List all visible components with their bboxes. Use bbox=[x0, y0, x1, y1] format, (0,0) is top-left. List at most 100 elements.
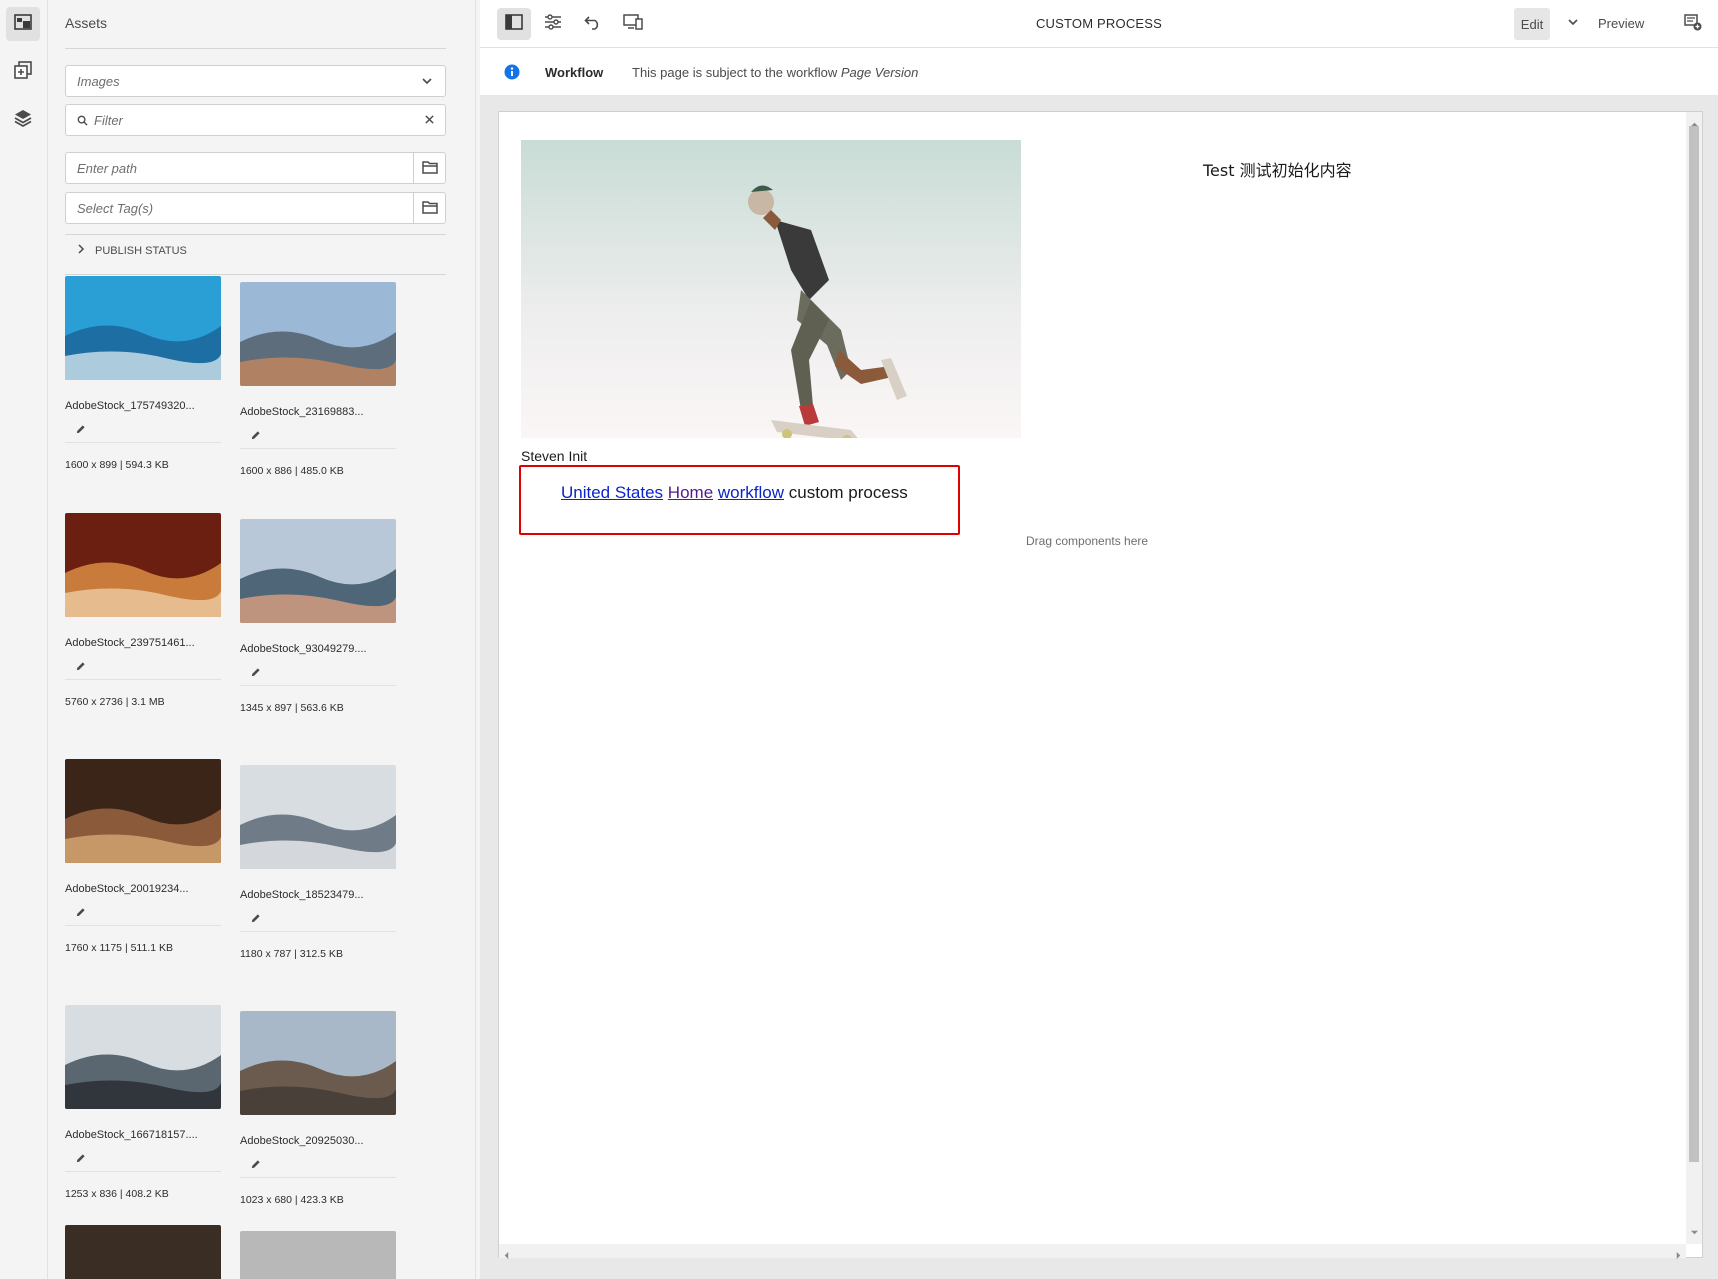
search-icon bbox=[77, 115, 88, 126]
folder-icon bbox=[421, 160, 438, 177]
divider bbox=[65, 274, 446, 275]
clear-icon[interactable] bbox=[424, 113, 435, 128]
folder-icon bbox=[421, 200, 438, 217]
asset-card[interactable]: AdobeStock_93049279.... 1345 x 897 | 563.… bbox=[240, 519, 396, 714]
edit-asset-button[interactable] bbox=[65, 422, 221, 438]
drop-zone[interactable]: Drag components here bbox=[1026, 534, 1148, 548]
edit-mode-button[interactable]: Edit bbox=[1514, 8, 1550, 40]
scroll-left-icon[interactable] bbox=[503, 1247, 510, 1265]
content-tree-rail-button[interactable] bbox=[6, 103, 40, 137]
divider bbox=[65, 234, 446, 235]
side-rail bbox=[0, 0, 48, 1279]
scroll-right-icon[interactable] bbox=[1675, 1247, 1682, 1265]
asset-name: AdobeStock_175749320... bbox=[65, 400, 195, 412]
components-rail-button[interactable] bbox=[6, 55, 40, 89]
asset-thumbnail[interactable] bbox=[240, 765, 396, 869]
breadcrumb-link-united-states[interactable]: United States bbox=[561, 483, 663, 502]
asset-name: AdobeStock_166718157.... bbox=[65, 1129, 198, 1141]
publish-page-button[interactable] bbox=[1676, 8, 1710, 40]
asset-name: AdobeStock_18523479... bbox=[240, 889, 364, 901]
chevron-down-icon bbox=[421, 75, 433, 90]
info-icon bbox=[504, 64, 520, 85]
pencil-icon bbox=[75, 422, 86, 440]
asset-thumbnail[interactable] bbox=[65, 1225, 221, 1279]
text-component[interactable]: Test 测试初始化内容 bbox=[1203, 157, 1352, 181]
assets-icon bbox=[13, 12, 33, 37]
layers-icon bbox=[13, 108, 33, 133]
path-placeholder: Enter path bbox=[77, 160, 137, 176]
edit-asset-button[interactable] bbox=[65, 905, 221, 921]
asset-thumbnail[interactable] bbox=[65, 1005, 221, 1109]
asset-card[interactable]: AdobeStock_23169883... 1600 x 886 | 485.0… bbox=[240, 282, 396, 477]
pencil-icon bbox=[250, 665, 261, 683]
breadcrumb-link-workflow[interactable]: workflow bbox=[718, 483, 784, 502]
edit-asset-button[interactable] bbox=[240, 428, 396, 444]
asset-meta: 1600 x 899 | 594.3 KB bbox=[65, 459, 169, 471]
path-input[interactable]: Enter path bbox=[65, 152, 446, 184]
filter-placeholder: Filter bbox=[94, 112, 123, 128]
breadcrumb-link-home[interactable]: Home bbox=[668, 483, 713, 502]
page-publish-icon bbox=[1684, 13, 1702, 36]
asset-name: AdobeStock_20019234... bbox=[65, 883, 189, 895]
breadcrumb: United States Home workflow custom proce… bbox=[561, 483, 908, 503]
asset-name: AdobeStock_239751461... bbox=[65, 637, 195, 649]
asset-thumbnail[interactable] bbox=[65, 513, 221, 617]
pencil-icon bbox=[75, 1151, 86, 1169]
breadcrumb-component[interactable]: United States Home workflow custom proce… bbox=[519, 465, 960, 535]
workflow-name: Page Version bbox=[840, 65, 919, 80]
tags-placeholder: Select Tag(s) bbox=[77, 200, 154, 216]
assets-panel: Assets Images Filter Enter path Select T… bbox=[48, 0, 526, 1279]
asset-name: AdobeStock_23169883... bbox=[240, 406, 364, 418]
browse-tags-button[interactable] bbox=[413, 193, 445, 223]
author-name[interactable]: Steven Init bbox=[521, 448, 587, 464]
publish-status-toggle[interactable]: PUBLISH STATUS bbox=[65, 244, 187, 257]
scroll-down-icon[interactable] bbox=[1690, 1223, 1699, 1241]
divider bbox=[65, 48, 446, 49]
asset-meta: 1600 x 886 | 485.0 KB bbox=[240, 465, 344, 477]
filter-input[interactable]: Filter bbox=[65, 104, 446, 136]
page-scrollbar-horizontal[interactable] bbox=[499, 1244, 1686, 1259]
asset-thumbnail[interactable] bbox=[65, 276, 221, 380]
asset-card[interactable]: AdobeStock_239751461... 5760 x 2736 | 3.1… bbox=[65, 513, 221, 708]
edit-asset-button[interactable] bbox=[240, 1157, 396, 1173]
asset-thumbnail[interactable] bbox=[240, 1011, 396, 1115]
asset-thumbnail[interactable] bbox=[240, 519, 396, 623]
workflow-message: This page is subject to the workflow Pag… bbox=[632, 65, 919, 80]
assets-rail-button[interactable] bbox=[6, 7, 40, 41]
edit-asset-button[interactable] bbox=[240, 911, 396, 927]
chevron-down-icon bbox=[1567, 15, 1579, 33]
pencil-icon bbox=[75, 659, 86, 677]
asset-thumbnail[interactable] bbox=[240, 1231, 396, 1279]
preview-button[interactable]: Preview bbox=[1598, 16, 1644, 31]
asset-thumbnail[interactable] bbox=[240, 282, 396, 386]
editor-toolbar: CUSTOM PROCESS Edit Preview bbox=[480, 0, 1718, 48]
asset-thumbnail[interactable] bbox=[65, 759, 221, 863]
edit-asset-button[interactable] bbox=[65, 1151, 221, 1167]
asset-meta: 1760 x 1175 | 511.1 KB bbox=[65, 942, 174, 954]
mode-dropdown-button[interactable] bbox=[1558, 8, 1588, 40]
hero-image[interactable] bbox=[521, 140, 1021, 438]
asset-meta: 1180 x 787 | 312.5 KB bbox=[240, 948, 343, 960]
edit-asset-button[interactable] bbox=[240, 665, 396, 681]
asset-card[interactable]: AdobeStock_20925030... 1023 x 680 | 423.3… bbox=[240, 1011, 396, 1206]
pencil-icon bbox=[75, 905, 86, 923]
asset-card[interactable]: AdobeStock_20019234... 1760 x 1175 | 511.… bbox=[65, 759, 221, 954]
publish-status-label: PUBLISH STATUS bbox=[95, 244, 187, 257]
workflow-notification: Workflow This page is subject to the wor… bbox=[480, 48, 1718, 96]
asset-name: AdobeStock_20925030... bbox=[240, 1135, 364, 1147]
asset-card[interactable]: AdobeStock_166718157.... 1253 x 836 | 408… bbox=[65, 1005, 221, 1200]
pencil-icon bbox=[250, 911, 261, 929]
chevron-right-icon bbox=[77, 244, 85, 257]
panel-title: Assets bbox=[65, 15, 108, 31]
asset-type-select[interactable]: Images bbox=[65, 65, 446, 97]
scrollbar-thumb[interactable] bbox=[1689, 126, 1699, 1162]
page-scrollbar-vertical[interactable] bbox=[1686, 112, 1702, 1244]
asset-card[interactable] bbox=[65, 1225, 221, 1279]
edit-asset-button[interactable] bbox=[65, 659, 221, 675]
asset-card[interactable] bbox=[240, 1231, 396, 1279]
asset-card[interactable]: AdobeStock_175749320... 1600 x 899 | 594.… bbox=[65, 276, 221, 471]
tags-input[interactable]: Select Tag(s) bbox=[65, 192, 446, 224]
browse-path-button[interactable] bbox=[413, 153, 445, 183]
asset-meta: 5760 x 2736 | 3.1 MB bbox=[65, 696, 165, 708]
asset-card[interactable]: AdobeStock_18523479... 1180 x 787 | 312.5… bbox=[240, 765, 396, 960]
